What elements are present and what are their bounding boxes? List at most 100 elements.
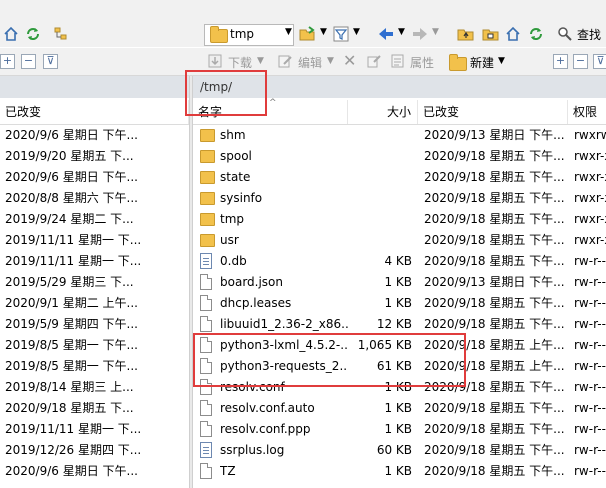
file-size-cell: 12 KB xyxy=(376,317,412,331)
file-permissions-cell: rw-r-- xyxy=(574,359,606,373)
modified-cell: 2019/5/29 星期三 下... xyxy=(5,275,134,289)
list-item[interactable]: 2019/8/14 星期三 上... xyxy=(0,377,189,398)
rename-icon[interactable] xyxy=(365,52,383,70)
folder-icon xyxy=(200,213,215,226)
table-row[interactable]: dhcp.leases 1 KB 2020/9/18 星期五 下午... rw-r-- xyxy=(193,293,606,314)
list-item[interactable]: 2019/8/5 星期一 下午... xyxy=(0,335,189,356)
file-size-cell: 1 KB xyxy=(384,275,412,289)
parent-folder-icon[interactable] xyxy=(457,25,475,43)
list-item[interactable]: 2019/11/11 星期一 下... xyxy=(0,230,189,251)
chevron-down-icon[interactable]: ▼ xyxy=(498,56,505,66)
list-item[interactable]: 2019/9/20 星期五 下... xyxy=(0,146,189,167)
file-modified-cell: 2020/9/18 星期五 下午... xyxy=(424,422,565,436)
tree-view-icon[interactable] xyxy=(52,25,70,43)
refresh-icon[interactable] xyxy=(527,25,545,43)
chevron-down-icon[interactable]: ▼ xyxy=(327,56,334,66)
file-name-cell: python3-lxml_4.5.2-... xyxy=(220,338,348,352)
open-folder-icon[interactable] xyxy=(299,25,317,43)
file-name-cell: resolv.conf xyxy=(220,380,285,394)
file-icon xyxy=(200,274,212,290)
file-permissions-cell: rw-r-- xyxy=(574,254,606,268)
list-item[interactable]: 2019/8/5 星期一 下午... xyxy=(0,356,189,377)
chevron-down-icon[interactable]: ▼ xyxy=(320,27,327,37)
table-row[interactable]: ssrplus.log 60 KB 2020/9/18 星期五 下午... rw-r-… xyxy=(193,440,606,461)
list-item[interactable]: 2019/11/11 星期一 下... xyxy=(0,251,189,272)
new-folder-icon[interactable] xyxy=(449,54,467,71)
list-item[interactable]: 2019/5/9 星期四 下午... xyxy=(0,314,189,335)
modified-cell: 2019/8/5 星期一 下午... xyxy=(5,359,138,373)
file-size-cell: 60 KB xyxy=(376,443,412,457)
properties-label[interactable]: 属性 xyxy=(410,54,434,71)
chevron-down-icon[interactable]: ▼ xyxy=(432,27,439,37)
filter-icon[interactable] xyxy=(332,25,350,43)
new-label[interactable]: 新建 xyxy=(470,54,494,71)
table-row[interactable]: resolv.conf.auto 1 KB 2020/9/18 星期五 下午... r… xyxy=(193,398,606,419)
table-row[interactable]: python3-requests_2... 61 KB 2020/9/18 星期五 … xyxy=(193,356,606,377)
refresh-icon[interactable] xyxy=(24,25,42,43)
list-item[interactable]: 2020/9/18 星期五 下... xyxy=(0,398,189,419)
table-row[interactable]: state 2020/9/18 星期五 下午... rwxr-x xyxy=(193,167,606,188)
file-permissions-cell: rwxr-x xyxy=(574,191,606,205)
column-header-size[interactable]: 大小 xyxy=(348,100,418,124)
list-item[interactable]: 2019/5/29 星期三 下... xyxy=(0,272,189,293)
local-path-bar[interactable] xyxy=(0,76,189,98)
expand-icon[interactable]: + xyxy=(0,54,15,69)
table-row[interactable]: board.json 1 KB 2020/9/13 星期日 下午... rw-r-- xyxy=(193,272,606,293)
filter-icon[interactable]: ⊽ xyxy=(43,54,58,69)
expand-icon[interactable]: + xyxy=(553,54,568,69)
table-row[interactable]: shm 2020/9/13 星期日 下午... rwxrw xyxy=(193,125,606,146)
find-label[interactable]: 查找 xyxy=(577,26,601,43)
column-header-name[interactable]: 名字 ^ xyxy=(193,98,348,124)
chevron-down-icon[interactable]: ▼ xyxy=(285,27,292,37)
table-row[interactable]: usr 2020/9/18 星期五 下午... rwxr-x xyxy=(193,230,606,251)
chevron-down-icon[interactable]: ▼ xyxy=(398,27,405,37)
column-header-permissions[interactable]: 权限 xyxy=(568,100,606,124)
table-row[interactable]: resolv.conf 1 KB 2020/9/18 星期五 下午... rw-r-- xyxy=(193,377,606,398)
table-row[interactable]: spool 2020/9/18 星期五 下午... rwxr-x xyxy=(193,146,606,167)
download-label[interactable]: 下载 xyxy=(228,54,252,71)
list-item[interactable]: 2020/9/6 星期日 下午... xyxy=(0,461,189,482)
list-item[interactable]: 2020/9/6 星期日 下午... xyxy=(0,167,189,188)
delete-icon[interactable]: ✕ xyxy=(343,51,356,70)
list-item[interactable]: 2019/11/11 星期一 下... xyxy=(0,419,189,440)
table-row[interactable]: sysinfo 2020/9/18 星期五 下午... rwxr-x xyxy=(193,188,606,209)
chevron-down-icon[interactable]: ▼ xyxy=(257,56,264,66)
chevron-down-icon[interactable]: ▼ xyxy=(353,27,360,37)
table-row[interactable]: 0.db 4 KB 2020/9/18 星期五 下午... rw-r-- xyxy=(193,251,606,272)
edit-label[interactable]: 编辑 xyxy=(298,54,322,71)
back-arrow-icon[interactable] xyxy=(377,25,395,43)
remote-path-bar[interactable]: /tmp/ xyxy=(193,76,606,98)
list-item[interactable]: 2019/9/24 星期二 下... xyxy=(0,209,189,230)
home-icon[interactable] xyxy=(504,25,522,43)
download-icon[interactable] xyxy=(206,52,224,70)
table-row[interactable]: libuuid1_2.36-2_x86... 12 KB 2020/9/18 星期五… xyxy=(193,314,606,335)
filter-icon[interactable]: ⊽ xyxy=(593,54,606,69)
file-permissions-cell: rw-r-- xyxy=(574,317,606,331)
file-size-cell: 4 KB xyxy=(384,254,412,268)
list-item[interactable]: 2020/9/1 星期二 上午... xyxy=(0,293,189,314)
home-icon[interactable] xyxy=(2,25,20,43)
file-permissions-cell: rw-r-- xyxy=(574,338,606,352)
table-row[interactable]: python3-lxml_4.5.2-... 1,065 KB 2020/9/18 … xyxy=(193,335,606,356)
list-item[interactable]: 2020/9/6 星期日 下午... xyxy=(0,125,189,146)
properties-icon[interactable] xyxy=(389,52,407,70)
location-combo[interactable]: tmp xyxy=(204,24,294,46)
forward-arrow-icon[interactable] xyxy=(411,25,429,43)
list-item[interactable]: 2020/8/8 星期六 下午... xyxy=(0,188,189,209)
table-row[interactable]: TZ 1 KB 2020/9/18 星期五 下午... rw-r-- xyxy=(193,461,606,482)
file-size-cell: 1,065 KB xyxy=(357,338,412,352)
table-row[interactable]: tmp 2020/9/18 星期五 下午... rwxr-x xyxy=(193,209,606,230)
file-name-cell: dhcp.leases xyxy=(220,296,292,310)
modified-cell: 2019/12/26 星期四 下... xyxy=(5,443,142,457)
find-icon[interactable] xyxy=(556,25,574,43)
column-header-modified[interactable]: 已改变 xyxy=(0,100,189,124)
table-row[interactable]: resolv.conf.ppp 1 KB 2020/9/18 星期五 下午... rw… xyxy=(193,419,606,440)
file-icon xyxy=(200,379,212,395)
file-modified-cell: 2020/9/18 星期五 下午... xyxy=(424,443,565,457)
root-folder-icon[interactable] xyxy=(482,25,500,43)
collapse-icon[interactable]: − xyxy=(573,54,588,69)
edit-icon[interactable] xyxy=(276,52,294,70)
collapse-icon[interactable]: − xyxy=(21,54,36,69)
list-item[interactable]: 2019/12/26 星期四 下... xyxy=(0,440,189,461)
column-header-modified[interactable]: 已改变 xyxy=(418,100,568,124)
